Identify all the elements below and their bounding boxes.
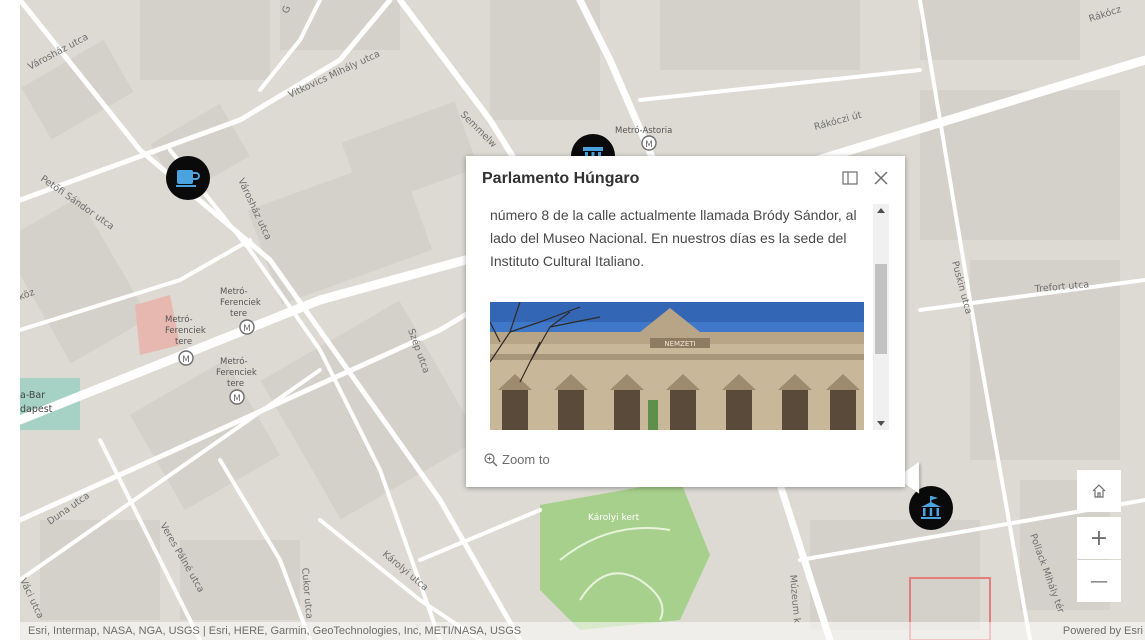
dock-icon[interactable]: [840, 168, 860, 188]
scroll-thumb[interactable]: [875, 264, 887, 354]
popup-content[interactable]: número 8 de la calle actualmente llamada…: [490, 204, 864, 430]
feature-popup: Parlamento Húngaro número 8 de la calle …: [466, 156, 905, 487]
svg-text:M: M: [645, 140, 653, 150]
metro-label-ferenciek-3a: Metró-: [220, 356, 248, 367]
svg-text:M: M: [243, 324, 251, 334]
place-label-bar-2: dapest: [20, 404, 53, 415]
zoom-to-label: Zoom to: [502, 452, 550, 467]
photo-sign: NEMZETI: [664, 340, 695, 348]
metro-label-ferenciek-1a: Metró-: [220, 286, 248, 297]
popup-description: número 8 de la calle actualmente llamada…: [490, 207, 857, 269]
metro-label-ferenciek-2c: tere: [175, 337, 192, 347]
attribution-sources[interactable]: Esri, Intermap, NASA, NGA, USGS | Esri, …: [28, 622, 521, 640]
scroll-up-icon[interactable]: [877, 208, 885, 213]
metro-label-ferenciek-3c: tere: [227, 379, 244, 389]
zoom-out-button[interactable]: —: [1077, 560, 1121, 602]
metro-label-astoria: Metró-Astoria: [615, 125, 672, 136]
metro-label-ferenciek-1b: Ferenciek: [220, 298, 261, 308]
metro-astoria: Metró-Astoria M: [615, 125, 672, 151]
metro-label-ferenciek-3b: Ferenciek: [216, 368, 257, 378]
attribution-bar: Esri, Intermap, NASA, NGA, USGS | Esri, …: [20, 622, 1145, 640]
popup-photo: NEMZETI: [490, 302, 864, 430]
street-label-rakoczi: Rákóczi út: [813, 110, 863, 133]
powered-by-esri[interactable]: Powered by Esri: [1063, 622, 1143, 640]
zoom-in-button[interactable]: +: [1077, 517, 1121, 559]
metro-label-ferenciek-2b: Ferenciek: [165, 326, 206, 336]
street-label-muzeum: Múzeum k: [787, 574, 802, 624]
place-label-bar-1: a-Bar: [20, 390, 45, 401]
zoom-to-button[interactable]: Zoom to: [484, 452, 550, 467]
coffee-cup-icon[interactable]: [166, 156, 210, 200]
zoom-in-magnifier-icon: [484, 452, 498, 466]
popup-title: Parlamento Húngaro: [482, 170, 640, 187]
scroll-down-icon[interactable]: [877, 421, 885, 426]
svg-text:M: M: [182, 355, 190, 365]
popup-scrollbar[interactable]: [873, 204, 889, 430]
street-label-rakoczi-2: Rákócz: [1088, 4, 1123, 25]
metro-label-ferenciek-2a: Metró-: [165, 314, 193, 325]
park-label: Károlyi kert: [588, 513, 640, 523]
home-button[interactable]: [1077, 470, 1121, 512]
close-icon[interactable]: [871, 168, 891, 188]
street-label-vitkovics: Vitkovics Mihály utca: [287, 49, 382, 101]
metro-label-ferenciek-1c: tere: [230, 309, 247, 319]
zoom-out-label: —: [1090, 570, 1108, 592]
zoom-in-label: +: [1089, 525, 1109, 551]
svg-text:M: M: [233, 394, 241, 404]
home-icon: [1092, 484, 1106, 498]
